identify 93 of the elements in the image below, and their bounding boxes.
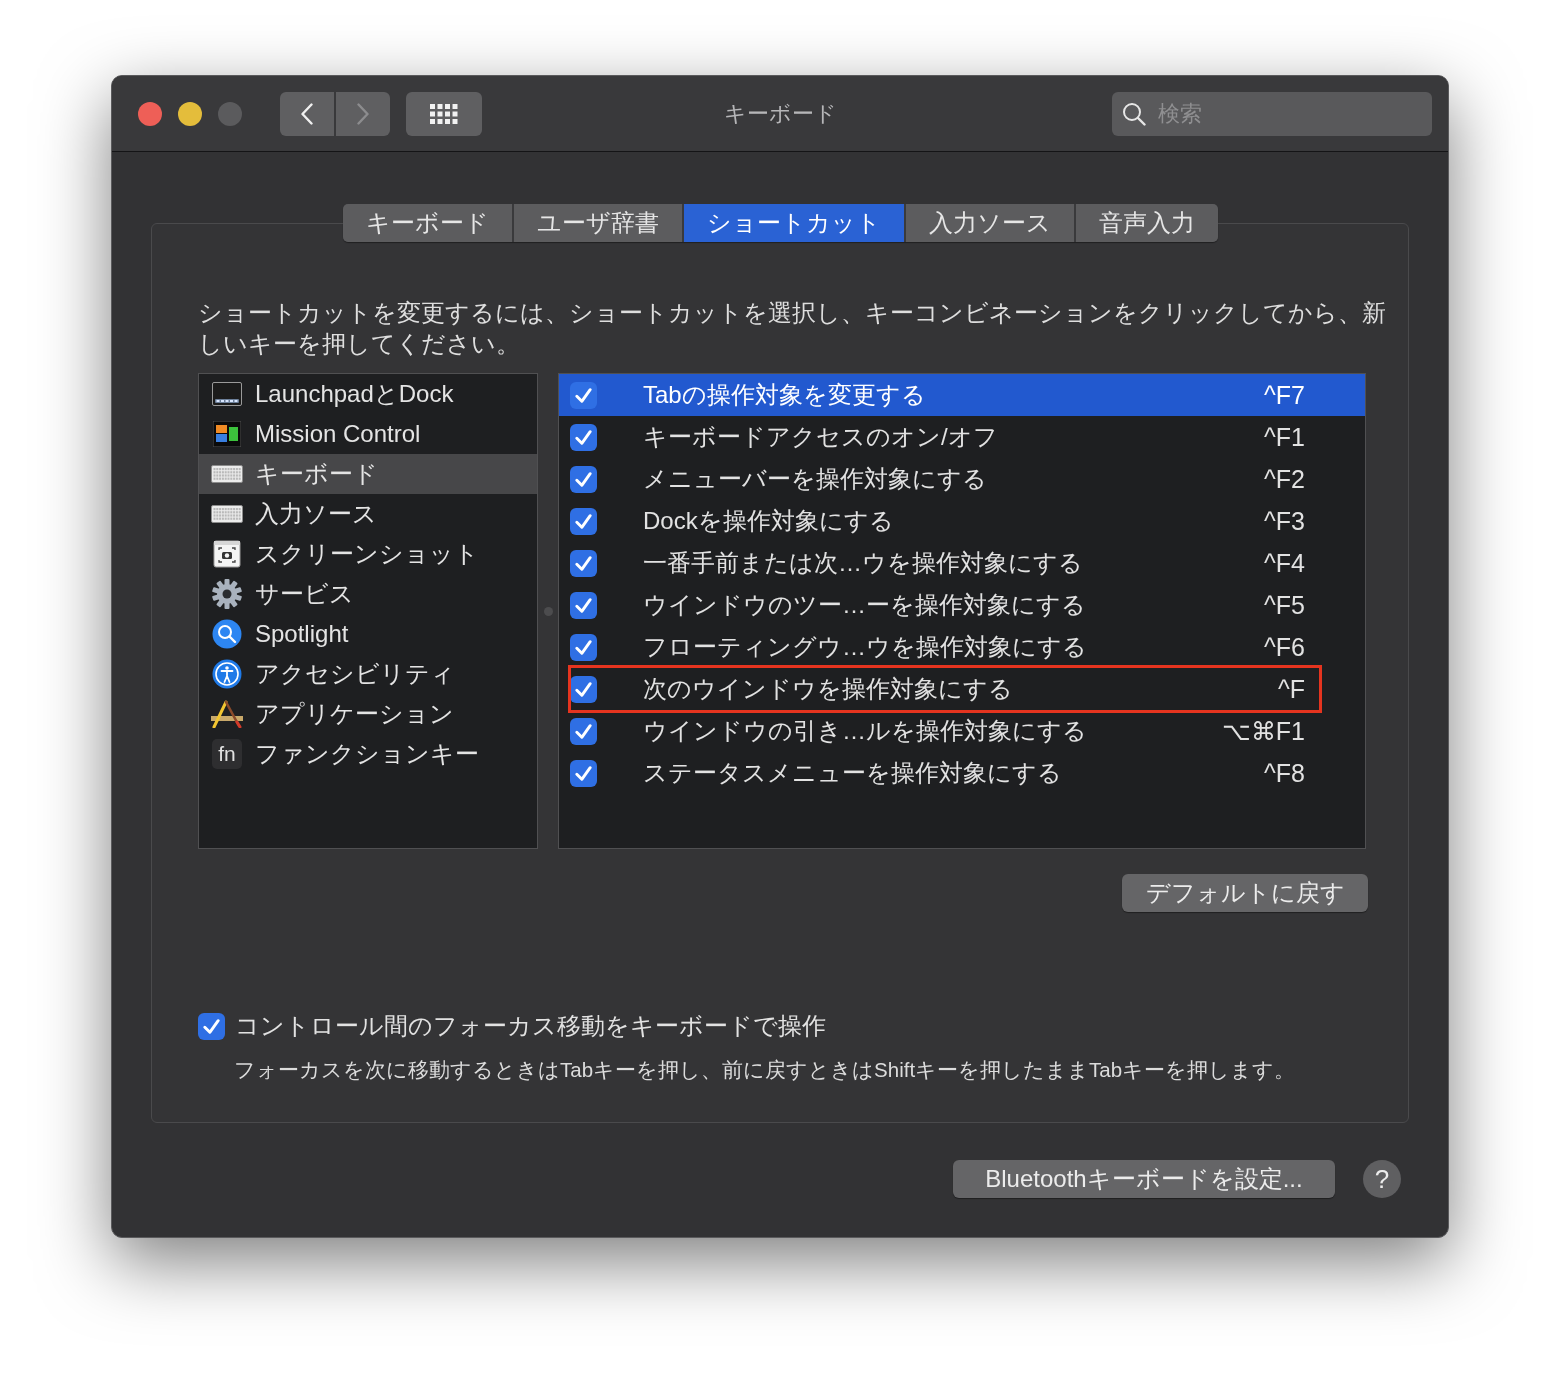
grid-icon xyxy=(430,103,458,124)
checkbox[interactable] xyxy=(570,591,597,619)
hint-text: フォーカスを次に移動するときはTabキーを押し、前に戻すときはShiftキーを押したままTabキーを押します。 xyxy=(233,1057,1297,1083)
checkbox[interactable] xyxy=(198,1012,225,1040)
key-combo: ^F7 xyxy=(1264,380,1305,411)
split-handle-icon[interactable] xyxy=(543,606,553,616)
windows-overview-icon xyxy=(213,421,241,447)
category-item[interactable]: キーボード xyxy=(199,454,537,494)
minimize-button[interactable] xyxy=(178,101,202,126)
shortcut-label: ウインドウのツー…ーを操作対象にする xyxy=(643,590,1087,620)
category-item[interactable]: アクセシビリティ xyxy=(199,654,537,694)
checkmark-icon xyxy=(575,681,592,697)
checkbox[interactable] xyxy=(570,675,597,703)
checkmark-icon xyxy=(575,513,592,529)
shortcut-row[interactable]: Tabの操作対象を変更する ^F7 xyxy=(559,374,1365,416)
category-item[interactable]: fn ファンクションキー xyxy=(199,734,537,774)
key-combo: ^F6 xyxy=(1264,632,1305,663)
checkbox[interactable] xyxy=(570,465,597,493)
checkbox[interactable] xyxy=(570,717,597,745)
checkbox[interactable] xyxy=(570,633,597,661)
checkbox[interactable] xyxy=(570,549,597,577)
key-combo: ⌥⌘F1 xyxy=(1221,716,1305,747)
show-all-button[interactable] xyxy=(406,91,482,136)
checkmark-icon xyxy=(575,555,592,571)
chevron-left-icon xyxy=(301,102,313,125)
key-combo: ^F4 xyxy=(1264,548,1305,579)
fn-key-icon: fn xyxy=(212,739,242,769)
checkmark-icon xyxy=(575,387,592,403)
checkbox-label[interactable]: コントロール間のフォーカス移動をキーボードで操作 xyxy=(235,1010,826,1042)
shortcut-label: メニューバーを操作対象にする xyxy=(643,464,988,494)
tab[interactable]: キーボード xyxy=(342,204,512,242)
back-button[interactable] xyxy=(280,91,334,136)
checkmark-icon xyxy=(575,723,592,739)
checkbox[interactable] xyxy=(570,381,597,409)
tab[interactable]: 入力ソース xyxy=(905,204,1074,242)
shortcut-label: Tabの操作対象を変更する xyxy=(643,380,927,410)
category-item[interactable]: LaunchpadとDock xyxy=(199,374,537,414)
checkmark-icon xyxy=(575,639,592,655)
gear-icon xyxy=(212,579,242,609)
tab[interactable]: ユーザ辞書 xyxy=(513,204,682,242)
category-item[interactable]: 入力ソース xyxy=(199,494,537,534)
category-item[interactable]: サービス xyxy=(199,574,537,614)
shortcut-row[interactable]: ウインドウのツー…ーを操作対象にする ^F5 xyxy=(559,584,1365,626)
shortcut-label: 次のウインドウを操作対象にする xyxy=(643,674,1014,704)
dock-screen-icon xyxy=(212,382,242,406)
checkbox[interactable] xyxy=(570,423,597,451)
checkmark-icon xyxy=(575,471,592,487)
search-icon xyxy=(1122,101,1146,126)
shortcut-row[interactable]: フローティングウ…ウを操作対象にする ^F6 xyxy=(559,626,1365,668)
search-icon xyxy=(212,619,242,649)
shortcut-label: ウインドウの引き…ルを操作対象にする xyxy=(643,716,1088,746)
key-combo: ^F3 xyxy=(1264,506,1305,537)
shortcut-label: Dockを操作対象にする xyxy=(643,506,895,536)
key-combo: ^F5 xyxy=(1264,590,1305,621)
category-item[interactable]: アプリケーション xyxy=(199,694,537,734)
tab[interactable]: 音声入力 xyxy=(1075,204,1218,242)
accessibility-icon xyxy=(212,659,242,689)
key-combo: ^F8 xyxy=(1264,758,1305,789)
screenshot-icon xyxy=(213,540,241,568)
key-combo: ^F xyxy=(1278,674,1305,705)
shortcut-row[interactable]: メニューバーを操作対象にする ^F2 xyxy=(559,458,1365,500)
key-combo: ^F1 xyxy=(1264,422,1305,453)
keyboard-icon xyxy=(211,465,243,483)
shortcut-label: 一番手前または次…ウを操作対象にする xyxy=(643,548,1084,578)
category-item[interactable]: スクリーンショット xyxy=(199,534,537,574)
checkbox[interactable] xyxy=(570,759,597,787)
tab[interactable]: ショートカット xyxy=(683,204,904,242)
shortcut-row[interactable]: Dockを操作対象にする ^F3 xyxy=(559,500,1365,542)
close-button[interactable] xyxy=(138,101,162,126)
checkmark-icon xyxy=(575,765,592,781)
help-button[interactable]: ? xyxy=(1363,1160,1401,1198)
shortcut-row[interactable]: 次のウインドウを操作対象にする ^F xyxy=(559,668,1365,710)
bluetooth-setup-button[interactable]: Bluetoothキーボードを設定... xyxy=(953,1160,1335,1198)
shortcut-label: キーボードアクセスのオン/オフ xyxy=(643,422,999,452)
checkmark-icon xyxy=(575,429,592,445)
reset-button[interactable]: デフォルトに戻す xyxy=(1122,874,1368,912)
shortcut-row[interactable]: 一番手前または次…ウを操作対象にする ^F4 xyxy=(559,542,1365,584)
shortcut-row[interactable]: ステータスメニューを操作対象にする ^F8 xyxy=(559,752,1365,794)
shortcut-label: ステータスメニューを操作対象にする xyxy=(643,758,1063,788)
shortcut-label: フローティングウ…ウを操作対象にする xyxy=(643,632,1088,662)
checkmark-icon xyxy=(575,597,592,613)
ruler-pencil-brush-icon xyxy=(211,700,243,728)
chevron-right-icon xyxy=(357,102,369,125)
category-item[interactable]: Mission Control xyxy=(199,414,537,454)
keyboard-icon xyxy=(211,505,243,523)
description-text: ショートカットを変更するには、ショートカットを選択し、キーコンビネーションをクリックしてから、新しいキーを押してください。 xyxy=(198,298,1387,359)
window-title: キーボード xyxy=(723,99,837,128)
key-combo: ^F2 xyxy=(1264,464,1305,495)
shortcut-row[interactable]: ウインドウの引き…ルを操作対象にする ⌥⌘F1 xyxy=(559,710,1365,752)
checkmark-icon xyxy=(203,1018,220,1034)
shortcut-row[interactable]: キーボードアクセスのオン/オフ ^F1 xyxy=(559,416,1365,458)
checkbox[interactable] xyxy=(570,507,597,535)
category-item[interactable]: Spotlight xyxy=(199,614,537,654)
